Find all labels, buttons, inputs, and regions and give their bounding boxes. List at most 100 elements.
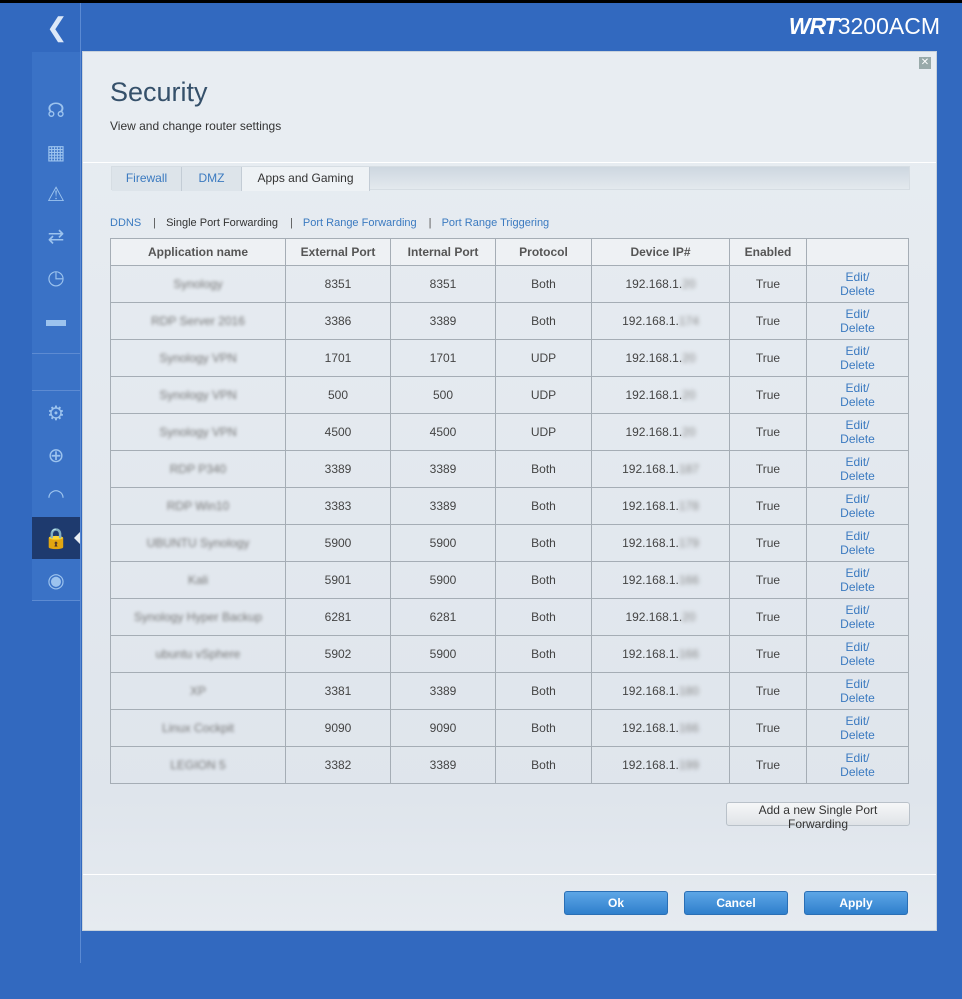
brand-logo: WRT3200ACM [788, 13, 940, 39]
enabled: True [729, 746, 807, 784]
ip-hidden-octet: 166 [678, 647, 699, 661]
delete-link[interactable]: Delete [807, 395, 908, 409]
footer-divider [83, 874, 936, 875]
external-port: 1701 [285, 339, 391, 377]
application-name: RDP Server 2016 [110, 302, 286, 340]
external-port: 3382 [285, 746, 391, 784]
ok-button[interactable]: Ok [564, 891, 668, 915]
device-ip: 192.168.1.20 [591, 376, 730, 414]
actions: Edit/Delete [806, 672, 909, 710]
edit-link[interactable]: Edit/ [807, 640, 908, 654]
enabled: True [729, 561, 807, 599]
top-edge [0, 0, 962, 3]
delete-link[interactable]: Delete [807, 358, 908, 372]
edit-link[interactable]: Edit/ [807, 714, 908, 728]
add-single-port-forwarding-button[interactable]: Add a new Single Port Forwarding [726, 802, 910, 831]
edit-link[interactable]: Edit/ [807, 677, 908, 691]
troubleshoot-kit-icon[interactable]: ⊕ [32, 434, 80, 476]
connectivity-icon[interactable]: ⇄ [32, 215, 80, 257]
edit-link[interactable]: Edit/ [807, 307, 908, 321]
table-row: RDP Win10 3383 3389 Both 192.168.1.178 T… [110, 487, 909, 525]
delete-link[interactable]: Delete [807, 617, 908, 631]
speed-test-icon[interactable]: ◷ [32, 256, 80, 298]
edit-link[interactable]: Edit/ [807, 455, 908, 469]
delete-link[interactable]: Delete [807, 543, 908, 557]
edit-link[interactable]: Edit/ [807, 566, 908, 580]
delete-link[interactable]: Delete [807, 506, 908, 520]
external-port: 5902 [285, 635, 391, 673]
subnav-ddns[interactable]: DDNS [110, 217, 141, 229]
subnav-single-port-forwarding[interactable]: Single Port Forwarding [166, 217, 278, 229]
ip-prefix: 192.168.1. [622, 536, 679, 550]
internal-port: 1701 [390, 339, 496, 377]
delete-link[interactable]: Delete [807, 469, 908, 483]
delete-link[interactable]: Delete [807, 654, 908, 668]
enabled: True [729, 265, 807, 303]
close-icon[interactable]: ✕ [919, 57, 931, 69]
table-row: Synology VPN 500 500 UDP 192.168.1.20 Tr… [110, 376, 909, 414]
chevron-left-icon[interactable]: ❮ [46, 12, 68, 43]
protocol: Both [495, 487, 592, 525]
settings-gears-icon[interactable]: ⚙ [32, 392, 80, 434]
device-ip: 192.168.1.20 [591, 598, 730, 636]
edit-link[interactable]: Edit/ [807, 418, 908, 432]
delete-link[interactable]: Delete [807, 284, 908, 298]
subnav-port-range-triggering[interactable]: Port Range Triggering [442, 217, 550, 229]
security-shield-icon[interactable]: 🔒 [32, 517, 80, 559]
external-port: 3383 [285, 487, 391, 525]
application-name: Synology VPN [110, 376, 286, 414]
delete-link[interactable]: Delete [807, 580, 908, 594]
network-map-icon[interactable]: ☊ [32, 89, 80, 131]
application-name: UBUNTU Synology [110, 524, 286, 562]
device-ip: 192.168.1.20 [591, 413, 730, 451]
application-name: Kali [110, 561, 286, 599]
application-name: Synology [110, 265, 286, 303]
edit-link[interactable]: Edit/ [807, 603, 908, 617]
actions: Edit/Delete [806, 746, 909, 784]
actions: Edit/Delete [806, 524, 909, 562]
edit-link[interactable]: Edit/ [807, 381, 908, 395]
delete-link[interactable]: Delete [807, 728, 908, 742]
edit-link[interactable]: Edit/ [807, 344, 908, 358]
open-source-icon[interactable]: ◉ [32, 559, 80, 601]
troubleshooting-icon[interactable]: ⚠ [32, 173, 80, 215]
internal-port: 3389 [390, 302, 496, 340]
tab-apps-and-gaming[interactable]: Apps and Gaming [242, 167, 370, 191]
internal-port: 6281 [390, 598, 496, 636]
application-name: RDP Win10 [110, 487, 286, 525]
edit-link[interactable]: Edit/ [807, 492, 908, 506]
subnav-port-range-forwarding[interactable]: Port Range Forwarding [303, 217, 417, 229]
protocol: Both [495, 709, 592, 747]
external-port: 3381 [285, 672, 391, 710]
delete-link[interactable]: Delete [807, 321, 908, 335]
delete-link[interactable]: Delete [807, 691, 908, 705]
actions: Edit/Delete [806, 302, 909, 340]
ip-hidden-octet: 179 [678, 536, 699, 550]
device-ip: 192.168.1.166 [591, 561, 730, 599]
actions: Edit/Delete [806, 413, 909, 451]
cancel-button[interactable]: Cancel [684, 891, 788, 915]
internal-port: 5900 [390, 524, 496, 562]
col-internal-port: Internal Port [390, 238, 496, 266]
usb-icon[interactable]: ▬ [32, 299, 80, 341]
external-storage-icon[interactable]: ▦ [32, 131, 80, 173]
ip-prefix: 192.168.1. [625, 425, 683, 439]
external-port: 500 [285, 376, 391, 414]
delete-link[interactable]: Delete [807, 432, 908, 446]
ip-prefix: 192.168.1. [625, 388, 683, 402]
edit-link[interactable]: Edit/ [807, 751, 908, 765]
edit-link[interactable]: Edit/ [807, 529, 908, 543]
edit-link[interactable]: Edit/ [807, 270, 908, 284]
wifi-settings-icon[interactable]: ◠ [32, 475, 80, 517]
device-ip: 192.168.1.166 [591, 635, 730, 673]
port-forwarding-table: Application name External Port Internal … [110, 238, 909, 784]
apply-button[interactable]: Apply [804, 891, 908, 915]
tab-dmz[interactable]: DMZ [182, 167, 242, 191]
application-name: LEGION 5 [110, 746, 286, 784]
delete-link[interactable]: Delete [807, 765, 908, 779]
ip-hidden-octet: 20 [682, 351, 696, 365]
ip-hidden-octet: 20 [682, 388, 696, 402]
tab-firewall[interactable]: Firewall [112, 167, 182, 191]
ip-hidden-octet: 20 [682, 425, 696, 439]
internal-port: 4500 [390, 413, 496, 451]
